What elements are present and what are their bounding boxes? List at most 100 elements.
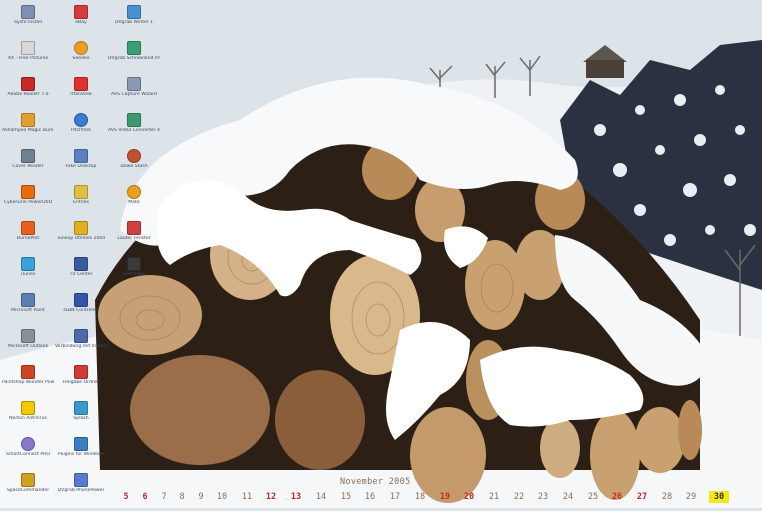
- shortcut-label: Tuneup Utilities 2004: [56, 236, 106, 241]
- shortcut-label: AVS Capture Wizard: [111, 92, 157, 97]
- calendar-day[interactable]: 29: [681, 491, 701, 503]
- desktop-icon: [74, 149, 88, 163]
- calendar-day[interactable]: 5: [116, 491, 136, 503]
- calendar-day[interactable]: 18: [410, 491, 430, 503]
- desktop-shortcut[interactable]: Freigabe Ordner: [55, 363, 107, 403]
- desktop-shortcut[interactable]: Lauter Fenster: [108, 219, 160, 259]
- desktop-shortcut[interactable]: Ashampoo Magic Burning: [2, 111, 54, 151]
- shortcut-label: SmartConnect PRO: [6, 452, 50, 457]
- shortcut-label: Sysfo Install: [14, 20, 42, 25]
- calendar-day[interactable]: 11: [237, 491, 257, 503]
- desktop-shortcut[interactable]: AVS Video Converter 4: [108, 111, 160, 151]
- desktop-shortcut[interactable]: DVgrab Schneeland Impressionen: [108, 39, 160, 79]
- shortcut-label: Microsoft Paint: [11, 308, 45, 313]
- calendar-day[interactable]: 16: [360, 491, 380, 503]
- video-icon: [127, 5, 141, 19]
- capture-icon: [127, 77, 141, 91]
- calendar-day[interactable]: 24: [558, 491, 578, 503]
- desktop-shortcut[interactable]: Plugins für Windows: [55, 435, 107, 475]
- music-disc-icon: [74, 41, 88, 55]
- tv-icon: [74, 257, 88, 271]
- desktop-shortcut[interactable]: iTunes: [2, 255, 54, 295]
- desktop-shortcut[interactable]: Microsoft Paint: [2, 291, 54, 331]
- shortcut-label: Seedee: [72, 56, 90, 61]
- converter-icon: [127, 113, 141, 127]
- shortcut-label: Paintshop Wunder Powertool: [2, 380, 54, 385]
- calendar-day[interactable]: 28: [657, 491, 677, 503]
- calendar-day[interactable]: 15: [336, 491, 356, 503]
- calendar-day[interactable]: 8: [172, 491, 192, 503]
- desktop-shortcut[interactable]: Microsoft Outlook: [2, 327, 54, 367]
- shortcut-label: BurnePlot: [16, 236, 40, 241]
- shortcut-label: Lauter Fenster: [117, 236, 151, 241]
- irfanview-icon: [74, 77, 88, 91]
- calendar-day[interactable]: 25: [583, 491, 603, 503]
- ebay-icon: [74, 5, 88, 19]
- calendar-day[interactable]: 23: [533, 491, 553, 503]
- desktop-shortcut[interactable]: Verbindung mit Internet: [55, 327, 107, 367]
- shortcut-label: Mate: [128, 200, 140, 205]
- desktop-shortcut[interactable]: Entries: [55, 183, 107, 223]
- flower-icon: [127, 185, 141, 199]
- desktop-shortcut[interactable]: AVS Capture Wizard: [108, 75, 160, 115]
- desktop-shortcut[interactable]: Sysfo Install: [2, 3, 54, 43]
- calendar-day[interactable]: 27: [632, 491, 652, 503]
- desktop-shortcut[interactable]: BurnePlot: [2, 219, 54, 259]
- shortcut-label: Microsoft Outlook: [7, 344, 49, 349]
- desktop-shortcut[interactable]: Cover Reader: [2, 147, 54, 187]
- shortcut-label: Splash: [73, 416, 89, 421]
- desktop-shortcut[interactable]: IrfanView: [55, 75, 107, 115]
- desktop-shortcut[interactable]: CyberLink PowerDVD: [2, 183, 54, 223]
- calendar-day[interactable]: 21: [484, 491, 504, 503]
- paint-tool-icon: [21, 365, 35, 379]
- shortcut-label: IrfanView: [70, 92, 92, 97]
- shortcut-label: XX - Free Pictures: [7, 56, 49, 61]
- calendar-day-today[interactable]: 30: [709, 491, 729, 503]
- calendar-day[interactable]: 10: [212, 491, 232, 503]
- shortcut-label: Freigabe Ordner: [62, 380, 100, 385]
- shortcut-label: Fake Desktop: [65, 164, 97, 169]
- isdn-icon: [74, 293, 88, 307]
- desktop-shortcut[interactable]: DVgrab Winter 1: [108, 3, 160, 43]
- desktop-shortcut[interactable]: Adobe Reader 7.0: [2, 75, 54, 115]
- calendar-day[interactable]: 9: [191, 491, 211, 503]
- desktop-shortcut[interactable]: Dowe Stash: [108, 147, 160, 187]
- desktop-shortcut[interactable]: Norton AntiVirus: [2, 399, 54, 439]
- desktop-shortcut[interactable]: eBay: [55, 3, 107, 43]
- desktop-shortcut[interactable]: Paintshop Wunder Powertool: [2, 363, 54, 403]
- window-icon: [127, 221, 141, 235]
- desktop-shortcut[interactable]: Freiheiten: [108, 255, 160, 295]
- shortcut-label: Entries: [73, 200, 89, 205]
- desktop-shortcut[interactable]: ISDN Controller: [55, 291, 107, 331]
- calendar-day[interactable]: 12: [261, 491, 281, 503]
- calendar-day[interactable]: 26: [607, 491, 627, 503]
- shortcut-label: Verbindung mit Internet: [55, 344, 107, 349]
- shortcut-label: TV Center: [69, 272, 93, 277]
- calendar-day[interactable]: 13: [286, 491, 306, 503]
- desktop-shortcut[interactable]: Seedee: [55, 39, 107, 79]
- scanner-icon: [21, 149, 35, 163]
- calendar-day[interactable]: 20: [459, 491, 479, 503]
- shortcut-label: Pitchfork: [70, 128, 92, 133]
- desktop-shortcut[interactable]: Fake Desktop: [55, 147, 107, 187]
- burn-icon: [21, 221, 35, 235]
- desktop-calendar: November 2005 5 6 7 8 9 10 11 12 13 14 1…: [0, 474, 762, 508]
- desktop-shortcut[interactable]: SmartConnect PRO: [2, 435, 54, 475]
- desktop-shortcut[interactable]: Splash: [55, 399, 107, 439]
- desktop-shortcut[interactable]: XX - Free Pictures: [2, 39, 54, 79]
- calendar-day[interactable]: 17: [385, 491, 405, 503]
- calendar-day[interactable]: 14: [311, 491, 331, 503]
- desktop-shortcut[interactable]: TV Center: [55, 255, 107, 295]
- calendar-day[interactable]: 22: [509, 491, 529, 503]
- network-globe-icon: [21, 437, 35, 451]
- folder-icon: [127, 257, 141, 271]
- document-icon: [21, 41, 35, 55]
- desktop-shortcut[interactable]: Tuneup Utilities 2004: [55, 219, 107, 259]
- calendar-day[interactable]: 19: [435, 491, 455, 503]
- calendar-day[interactable]: 7: [154, 491, 174, 503]
- note-icon: [74, 185, 88, 199]
- tuneup-icon: [74, 221, 88, 235]
- desktop-shortcut[interactable]: Mate: [108, 183, 160, 223]
- calendar-day[interactable]: 6: [135, 491, 155, 503]
- desktop-shortcut[interactable]: Pitchfork: [55, 111, 107, 151]
